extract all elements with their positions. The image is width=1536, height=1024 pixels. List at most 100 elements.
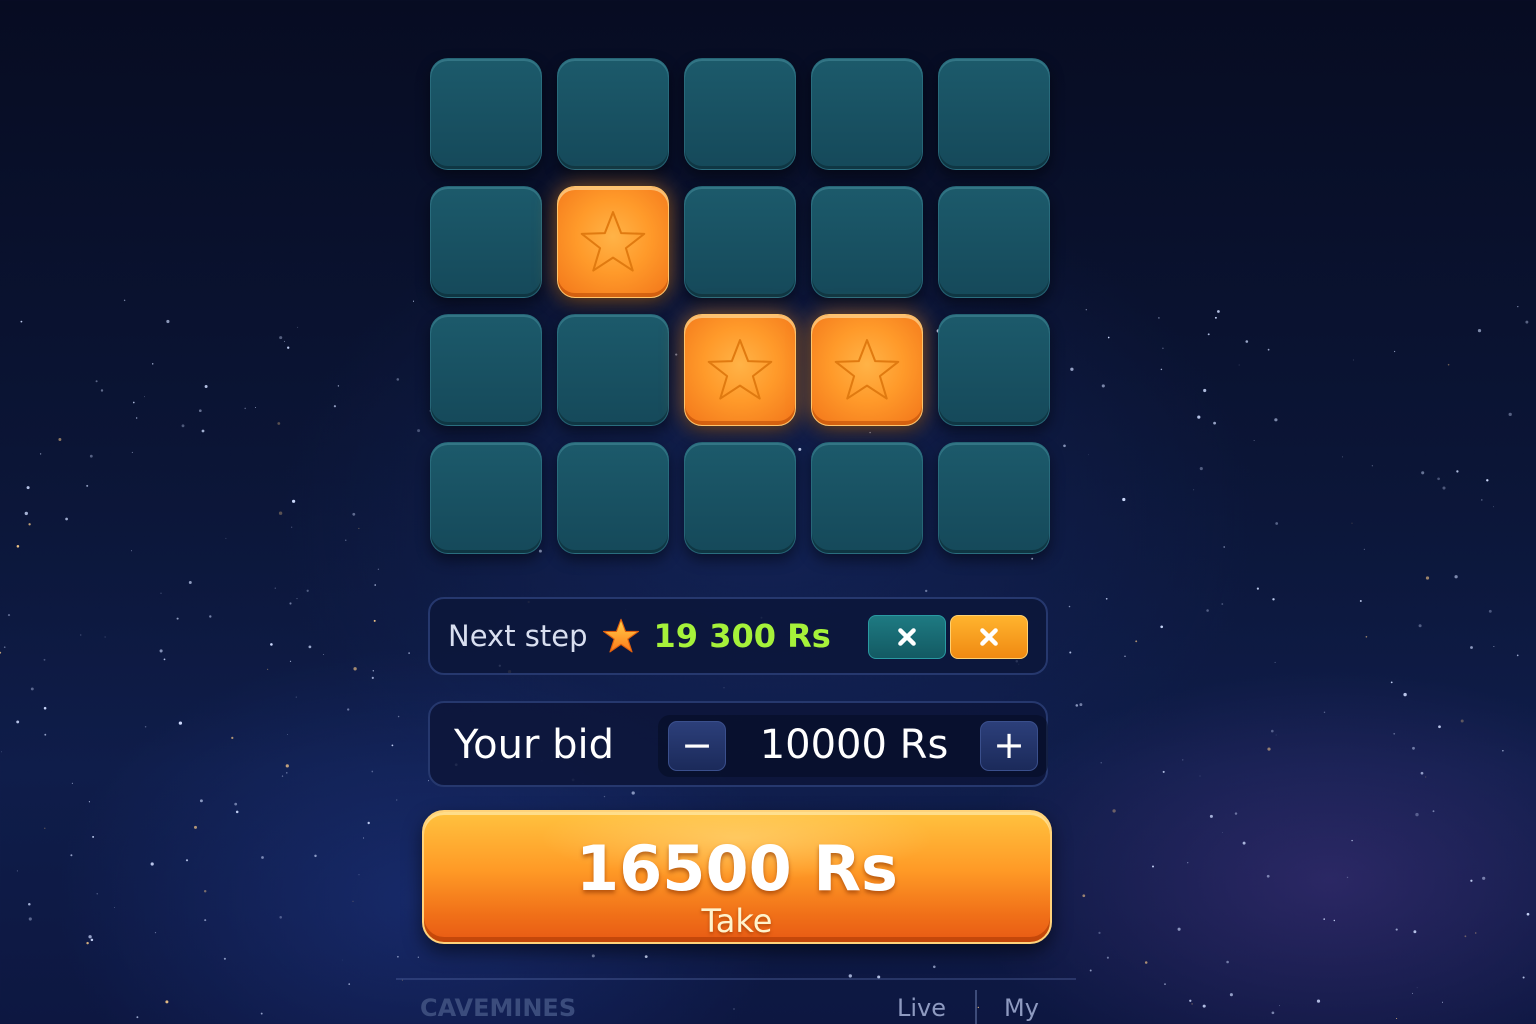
tile-revealed-star[interactable] xyxy=(684,314,796,426)
tile-hidden[interactable] xyxy=(811,442,923,554)
tile-hidden[interactable] xyxy=(430,314,542,426)
star-dot xyxy=(1275,734,1277,736)
star-dot xyxy=(1425,576,1430,580)
star-dot xyxy=(1482,876,1486,880)
decrease-bid-button[interactable]: − xyxy=(668,721,726,771)
cancel-teal-button[interactable] xyxy=(868,615,946,659)
star-dot xyxy=(114,907,115,908)
take-button[interactable]: 16500 Rs Take xyxy=(422,810,1052,944)
star-dot xyxy=(1493,506,1495,508)
star-dot xyxy=(1124,655,1126,657)
star-dot xyxy=(0,651,2,654)
star-dot xyxy=(723,687,725,689)
star-dot xyxy=(1351,522,1353,524)
star-dot xyxy=(1272,598,1275,601)
increase-bid-button[interactable]: + xyxy=(980,721,1038,771)
star-dot xyxy=(44,733,47,736)
tile-hidden[interactable] xyxy=(938,186,1050,298)
star-dot xyxy=(136,1016,139,1019)
star-dot xyxy=(1079,703,1083,707)
star-dot xyxy=(16,870,18,872)
star-dot xyxy=(223,957,226,960)
tile-hidden[interactable] xyxy=(430,58,542,170)
tile-hidden[interactable] xyxy=(684,186,796,298)
star-dot xyxy=(1162,347,1164,350)
star-dot xyxy=(377,568,380,570)
star-dot xyxy=(1323,711,1326,714)
star-dot xyxy=(1403,692,1407,697)
star-dot xyxy=(1107,336,1110,339)
take-label: Take xyxy=(701,902,773,940)
star-dot xyxy=(1100,762,1102,764)
star-dot xyxy=(1412,746,1415,750)
star-dot xyxy=(16,720,20,724)
tile-hidden[interactable] xyxy=(684,58,796,170)
tile-hidden[interactable] xyxy=(938,58,1050,170)
star-dot xyxy=(1193,489,1195,491)
star-dot xyxy=(408,652,410,654)
star-dot xyxy=(323,654,325,655)
star-dot xyxy=(1416,987,1418,989)
tile-revealed-star[interactable] xyxy=(811,314,923,426)
star-dot xyxy=(185,859,189,862)
star-dot xyxy=(924,589,928,593)
tile-hidden[interactable] xyxy=(557,58,669,170)
star-dot xyxy=(1352,359,1354,361)
star-dot xyxy=(1206,609,1209,612)
star-dot xyxy=(352,900,354,902)
star-dot xyxy=(209,615,212,618)
star-dot xyxy=(266,668,269,671)
star-dot xyxy=(371,676,374,680)
tile-hidden[interactable] xyxy=(938,442,1050,554)
star-dot xyxy=(1202,1004,1206,1008)
star-dot xyxy=(1234,812,1238,815)
star-dot xyxy=(70,854,73,857)
star-dot xyxy=(1158,317,1160,319)
star-dot xyxy=(1106,956,1109,959)
star-dot xyxy=(1522,976,1525,979)
tile-hidden[interactable] xyxy=(938,314,1050,426)
tile-hidden[interactable] xyxy=(684,442,796,554)
star-dot xyxy=(1217,310,1220,313)
tile-hidden[interactable] xyxy=(557,314,669,426)
star-dot xyxy=(396,799,398,801)
star-dot xyxy=(733,1008,735,1010)
star-dot xyxy=(1085,309,1087,311)
cancel-orange-button[interactable] xyxy=(950,615,1028,659)
star-dot xyxy=(283,340,286,343)
star-dot xyxy=(1256,587,1259,590)
next-step-amount: 19 300 Rs xyxy=(653,617,831,655)
star-dot xyxy=(1070,367,1074,371)
star-dot xyxy=(1221,603,1224,605)
tile-hidden[interactable] xyxy=(811,58,923,170)
star-dot xyxy=(1438,725,1441,729)
star-dot xyxy=(1191,1003,1193,1005)
star-dot xyxy=(274,587,276,589)
tile-hidden[interactable] xyxy=(430,442,542,554)
star-dot xyxy=(1189,999,1192,1002)
tile-hidden[interactable] xyxy=(557,442,669,554)
star-dot xyxy=(281,775,284,777)
tile-revealed-star[interactable] xyxy=(557,186,669,298)
star-dot xyxy=(244,407,246,410)
star-dot xyxy=(43,706,47,710)
star-dot xyxy=(71,782,73,784)
tile-hidden[interactable] xyxy=(430,186,542,298)
star-dot xyxy=(1454,575,1458,579)
star-dot xyxy=(130,550,133,552)
close-icon xyxy=(898,628,916,646)
tab-my[interactable]: My xyxy=(1004,994,1039,1022)
tab-live[interactable]: Live xyxy=(897,994,946,1022)
close-icon xyxy=(980,628,998,646)
star-dot xyxy=(1271,1011,1275,1015)
star-dot xyxy=(144,726,147,728)
star-dot xyxy=(1488,609,1492,613)
star-dot xyxy=(1160,368,1163,371)
star-dot xyxy=(96,893,98,895)
star-dot xyxy=(203,889,207,893)
star-dot xyxy=(1063,444,1066,448)
star-dot xyxy=(1177,927,1181,931)
star-dot xyxy=(1089,969,1092,972)
tile-hidden[interactable] xyxy=(811,186,923,298)
star-dot xyxy=(367,821,370,825)
